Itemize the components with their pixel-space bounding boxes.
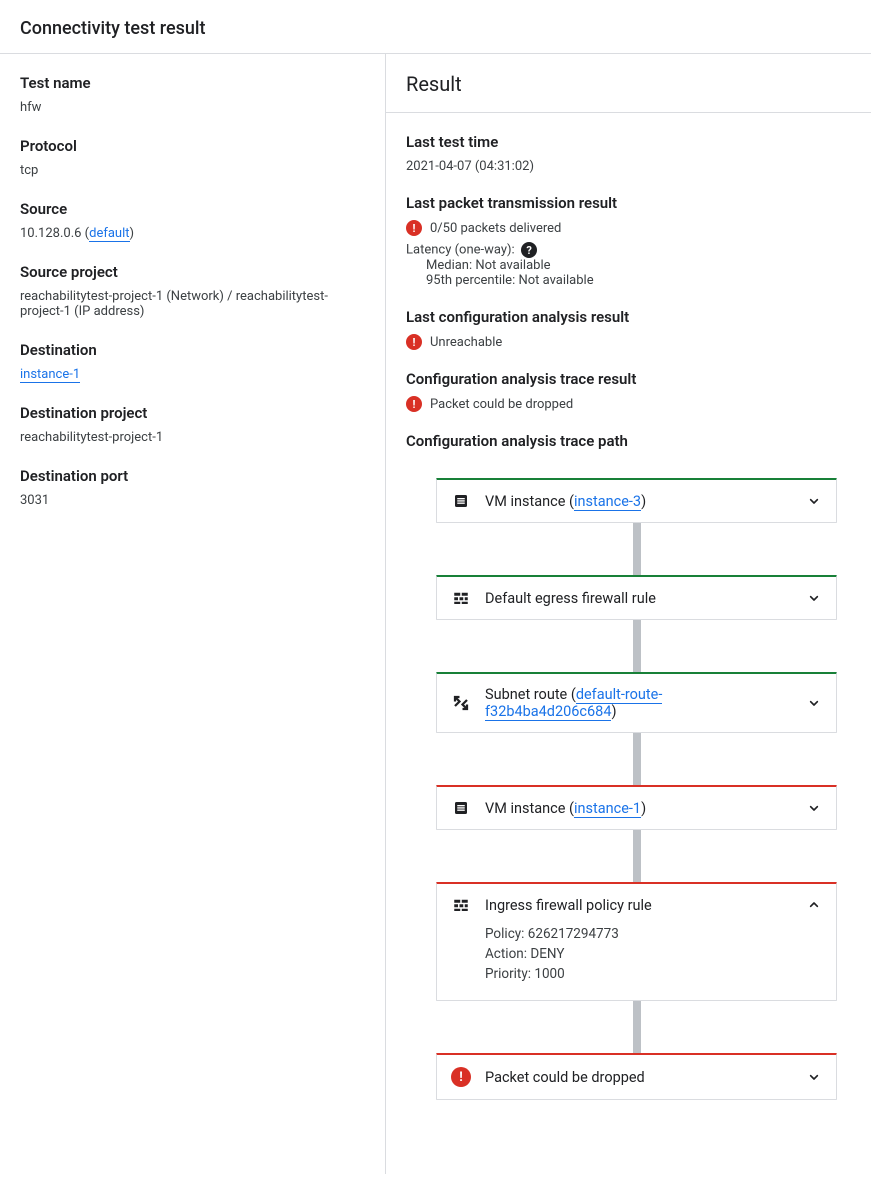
left-panel: Test name hfw Protocol tcp Source 10.128… (0, 54, 386, 1174)
firewall-icon (452, 896, 470, 914)
main-two-column: Test name hfw Protocol tcp Source 10.128… (0, 54, 871, 1174)
last-test-time-value: 2021-04-07 (04:31:02) (406, 159, 851, 174)
route-icon (452, 694, 470, 712)
result-heading: Result (386, 54, 871, 113)
trace-node-title: Default egress firewall rule (485, 590, 792, 607)
firewall-icon (452, 589, 470, 607)
config-analysis-label: Last configuration analysis result (406, 308, 851, 326)
chevron-up-icon[interactable] (806, 897, 822, 913)
error-icon: ! (406, 334, 422, 350)
chevron-down-icon[interactable] (806, 1069, 822, 1085)
trace-node-link[interactable]: instance-3 (574, 493, 641, 511)
trace-result-value: Packet could be dropped (430, 397, 573, 412)
destination-port-label: Destination port (20, 467, 365, 485)
trace-node-title: Ingress firewall policy rule (485, 897, 792, 914)
trace-connector (633, 830, 641, 882)
chevron-down-icon (806, 493, 822, 509)
source-close: ) (130, 226, 135, 241)
chevron-down-icon (806, 695, 822, 711)
vm-instance-icon (452, 799, 470, 817)
trace-node-link[interactable]: instance-1 (574, 800, 641, 818)
packets-delivered-value: 0/50 packets delivered (430, 221, 561, 236)
trace-node-header[interactable]: ! Packet could be dropped (437, 1055, 836, 1099)
source-project-value: reachabilitytest-project-1 (Network) / r… (20, 289, 365, 319)
trace-node: VM instance (instance-3) (436, 478, 837, 523)
destination-project-label: Destination project (20, 404, 365, 422)
trace-connector (633, 733, 641, 785)
chevron-down-icon[interactable] (806, 695, 822, 711)
destination-link[interactable]: instance-1 (20, 367, 80, 383)
chevron-down-icon[interactable] (806, 493, 822, 509)
trace-connector (633, 523, 641, 575)
trace-node-detail: Action: DENY (485, 946, 822, 962)
trace-path: VM instance (instance-3) Default egress f… (406, 458, 851, 1110)
right-panel: Result Last test time 2021-04-07 (04:31:… (386, 54, 871, 1174)
latency-label: Latency (one-way): (406, 243, 515, 258)
chevron-down-icon[interactable] (806, 800, 822, 816)
trace-node-detail: Policy: 626217294773 (485, 926, 822, 942)
trace-node-body: Policy: 626217294773 Action: DENY Priority… (437, 926, 836, 1000)
destination-port-value: 3031 (20, 493, 365, 508)
error-icon: ! (406, 220, 422, 236)
latency-p95: 95th percentile: Not available (406, 273, 851, 288)
firewall-icon-slot (451, 896, 471, 914)
vm-instance-icon (452, 492, 470, 510)
vm-icon-slot (451, 492, 471, 510)
source-value: 10.128.0.6 (default) (20, 226, 365, 241)
config-analysis-value: Unreachable (430, 335, 502, 350)
trace-node: Subnet route (default-route-f32b4ba4d206… (436, 672, 837, 733)
page-title: Connectivity test result (0, 0, 871, 54)
chevron-down-icon (806, 800, 822, 816)
vm-icon-slot (451, 799, 471, 817)
trace-connector (633, 1001, 641, 1053)
test-name-value: hfw (20, 100, 365, 115)
firewall-icon-slot (451, 589, 471, 607)
trace-node-title: Packet could be dropped (485, 1069, 792, 1086)
trace-node-title: VM instance (instance-1) (485, 800, 792, 817)
trace-path-label: Configuration analysis trace path (406, 432, 851, 450)
last-test-time-label: Last test time (406, 133, 851, 151)
trace-node: Default egress firewall rule (436, 575, 837, 620)
source-ip: 10.128.0.6 ( (20, 226, 89, 241)
trace-node: Ingress firewall policy rule Policy: 6262… (436, 882, 837, 1001)
trace-node: ! Packet could be dropped (436, 1053, 837, 1100)
chevron-up-icon (806, 897, 822, 913)
protocol-value: tcp (20, 163, 365, 178)
source-label: Source (20, 200, 365, 218)
trace-result-label: Configuration analysis trace result (406, 370, 851, 388)
chevron-down-icon (806, 590, 822, 606)
test-name-label: Test name (20, 74, 365, 92)
trace-node-header[interactable]: Ingress firewall policy rule (437, 884, 836, 926)
trace-node-header[interactable]: Default egress firewall rule (437, 577, 836, 619)
chevron-down-icon (806, 1069, 822, 1085)
packet-transmission-label: Last packet transmission result (406, 194, 851, 212)
error-icon: ! (451, 1067, 471, 1087)
trace-node: VM instance (instance-1) (436, 785, 837, 830)
destination-project-value: reachabilitytest-project-1 (20, 430, 365, 445)
protocol-label: Protocol (20, 137, 365, 155)
source-network-link[interactable]: default (89, 226, 129, 242)
source-project-label: Source project (20, 263, 365, 281)
latency-median: Median: Not available (406, 258, 851, 273)
error-icon: ! (406, 396, 422, 412)
trace-node-title: VM instance (instance-3) (485, 493, 792, 510)
trace-node-header[interactable]: Subnet route (default-route-f32b4ba4d206… (437, 674, 836, 732)
trace-node-title: Subnet route (default-route-f32b4ba4d206… (485, 686, 792, 720)
route-icon-slot (451, 694, 471, 712)
error-icon-slot: ! (451, 1067, 471, 1087)
help-icon[interactable]: ? (521, 242, 537, 258)
chevron-down-icon[interactable] (806, 590, 822, 606)
trace-node-header[interactable]: VM instance (instance-3) (437, 480, 836, 522)
trace-connector (633, 620, 641, 672)
trace-node-header[interactable]: VM instance (instance-1) (437, 787, 836, 829)
destination-label: Destination (20, 341, 365, 359)
trace-node-detail: Priority: 1000 (485, 966, 822, 982)
